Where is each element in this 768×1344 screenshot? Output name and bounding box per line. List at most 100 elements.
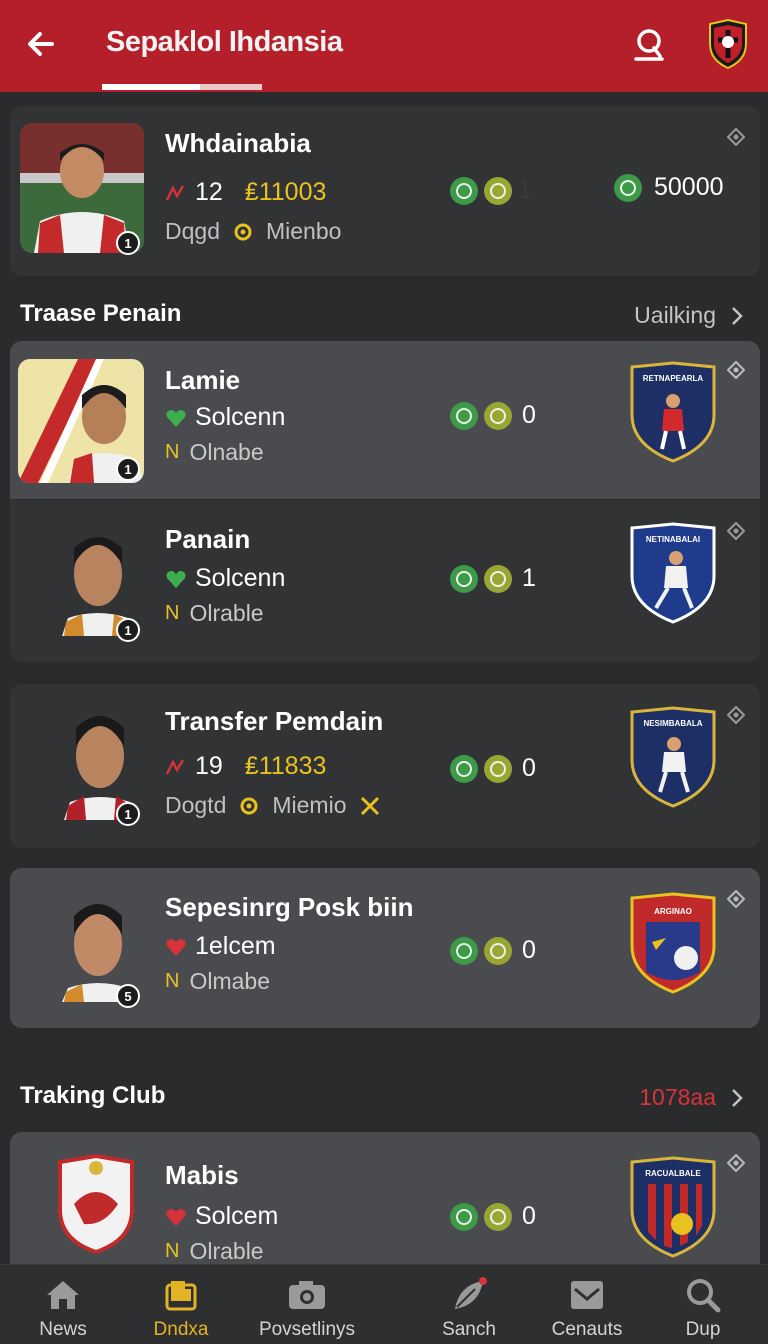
player-coins-value: 1 bbox=[522, 564, 536, 592]
section-link-players-label: Uailking bbox=[634, 302, 716, 328]
section-link-players[interactable]: Uailking bbox=[634, 302, 744, 329]
app-header: Sepaklol Ihdansia bbox=[0, 0, 768, 92]
player-availability-label: Olmabe bbox=[189, 968, 270, 994]
nav-dup[interactable]: Dup bbox=[638, 1275, 768, 1341]
crest-text: ARGINAO bbox=[654, 907, 692, 916]
player-status: Solcenn bbox=[165, 403, 285, 432]
player-coins-value: 0 bbox=[522, 754, 536, 782]
coin-alt-icon bbox=[484, 754, 512, 783]
section-link-clubs[interactable]: 1078aa bbox=[639, 1084, 744, 1111]
profile-name: Whdainabia bbox=[165, 128, 311, 158]
camera-icon bbox=[289, 1281, 325, 1309]
pin-icon[interactable] bbox=[727, 128, 745, 146]
coin-alt-icon bbox=[484, 401, 512, 430]
pin-icon[interactable] bbox=[727, 361, 745, 379]
club-crest-icon: NETINABALAI bbox=[630, 522, 716, 624]
club-name: Mabis bbox=[165, 1160, 239, 1190]
nav-cenauts[interactable]: Cenauts bbox=[522, 1275, 652, 1341]
chevron-right-icon bbox=[732, 1088, 743, 1107]
coin-icon bbox=[450, 401, 478, 430]
player-card[interactable]: 1 Lamie Solcenn N Olnabe 0 RETNAPEARLA bbox=[10, 341, 760, 499]
player-name: Transfer Pemdain bbox=[165, 706, 384, 736]
club-status-label: Solcem bbox=[195, 1202, 279, 1230]
gear-gold-icon bbox=[240, 797, 258, 814]
player-card[interactable]: 1 Panain Solcenn N Olrable 1 NETINABALAI bbox=[10, 500, 760, 662]
tab-indicator-secondary bbox=[200, 84, 262, 90]
coin-alt-icon bbox=[484, 1202, 512, 1231]
check-icon: N bbox=[165, 1240, 180, 1262]
player-status-label: Solcenn bbox=[195, 564, 286, 592]
crest-text: NETINABALAI bbox=[646, 535, 700, 544]
club-coins: 0 bbox=[450, 1202, 536, 1231]
section-link-clubs-label: 1078aa bbox=[639, 1084, 716, 1110]
pin-icon[interactable] bbox=[727, 522, 745, 540]
profile-search-icon[interactable] bbox=[630, 26, 668, 64]
player-money: ₤11833 bbox=[244, 752, 327, 780]
profile-coins-value: 1 bbox=[518, 176, 532, 204]
club-logo-icon[interactable] bbox=[706, 18, 750, 70]
avatar-rank-badge: 1 bbox=[116, 231, 140, 255]
player-coins: 1 bbox=[450, 564, 536, 593]
nav-povsetlinys-label: Povsetlinys bbox=[258, 1319, 356, 1340]
pin-icon[interactable] bbox=[727, 706, 745, 724]
player-availability: N Olmabe bbox=[165, 968, 270, 995]
club-card[interactable]: Mabis Solcem N Olrable 0 RACUALBALE bbox=[10, 1132, 760, 1282]
home-icon bbox=[47, 1281, 79, 1309]
player-status-label: Solcenn bbox=[195, 403, 286, 431]
section-title-clubs: Traking Club bbox=[20, 1082, 166, 1109]
avatar-rank-badge: 1 bbox=[116, 618, 140, 642]
player-sub: Dogtd Miemio bbox=[165, 792, 383, 819]
coin-icon bbox=[450, 754, 478, 783]
nav-povsetlinys[interactable]: Povsetlinys bbox=[242, 1275, 372, 1341]
profile-coins: 1 bbox=[450, 176, 532, 205]
pin-icon[interactable] bbox=[727, 890, 745, 908]
coin-alt-icon bbox=[484, 176, 512, 205]
player-availability-label: Olrable bbox=[189, 600, 264, 626]
avatar-rank-badge: 1 bbox=[116, 457, 140, 481]
folder-icon bbox=[165, 1281, 197, 1311]
profile-sub-left: Dqgd bbox=[165, 218, 220, 244]
player-card[interactable]: 5 Sepesinrg Posk biin 1elcem N Olmabe 0 … bbox=[10, 868, 760, 1028]
club-crest-icon: NESIMBABALA bbox=[630, 706, 716, 808]
section-title-players: Traase Penain bbox=[20, 300, 182, 327]
heart-icon bbox=[166, 409, 186, 427]
avatar-rank-badge: 1 bbox=[116, 802, 140, 826]
check-icon: N bbox=[165, 441, 180, 463]
check-icon: N bbox=[165, 970, 180, 992]
club-crest-icon: ARGINAO bbox=[630, 892, 716, 994]
profile-card[interactable]: 1 Whdainabia 12 ₤11003 Dqgd Mienbo 1 500… bbox=[10, 106, 760, 276]
mail-icon bbox=[571, 1281, 603, 1309]
coin-icon bbox=[450, 564, 478, 593]
coin-icon bbox=[450, 176, 478, 205]
nav-sanch[interactable]: Sanch bbox=[404, 1275, 534, 1341]
balance-coin-icon bbox=[614, 173, 642, 202]
profile-sub-right: Mienbo bbox=[265, 218, 342, 244]
club-badge-icon bbox=[58, 1154, 134, 1254]
player-status: 1elcem bbox=[165, 932, 276, 961]
coin-alt-icon bbox=[484, 936, 512, 965]
nav-sanch-label: Sanch bbox=[442, 1319, 496, 1340]
coin-alt-icon bbox=[484, 564, 512, 593]
nav-news[interactable]: News bbox=[0, 1275, 128, 1341]
club-availability-label: Olrable bbox=[189, 1238, 264, 1264]
nav-news-label: News bbox=[39, 1319, 87, 1340]
player-availability: N Olrable bbox=[165, 600, 264, 627]
player-status: Solcenn bbox=[165, 564, 285, 593]
player-name: Panain bbox=[165, 524, 251, 554]
crest-text: NESIMBABALA bbox=[643, 719, 702, 728]
check-icon: N bbox=[165, 602, 180, 624]
coin-icon bbox=[450, 936, 478, 965]
profile-money: ₤11003 bbox=[244, 178, 327, 206]
pin-icon[interactable] bbox=[727, 1154, 745, 1172]
feather-icon bbox=[455, 1277, 487, 1309]
search-icon bbox=[687, 1279, 721, 1313]
back-arrow-icon[interactable] bbox=[22, 24, 62, 64]
crest-text: RACUALBALE bbox=[645, 1169, 701, 1178]
player-sub-left: Dogtd bbox=[165, 792, 227, 818]
heart-icon bbox=[166, 938, 186, 956]
player-stat-number: 19 bbox=[195, 752, 223, 780]
player-card[interactable]: 1 Transfer Pemdain 19 ₤11833 Dogtd Miemi… bbox=[10, 684, 760, 848]
nav-dndxa[interactable]: Dndxa bbox=[116, 1275, 246, 1341]
player-name: Sepesinrg Posk biin bbox=[165, 892, 414, 922]
club-availability: N Olrable bbox=[165, 1238, 264, 1265]
